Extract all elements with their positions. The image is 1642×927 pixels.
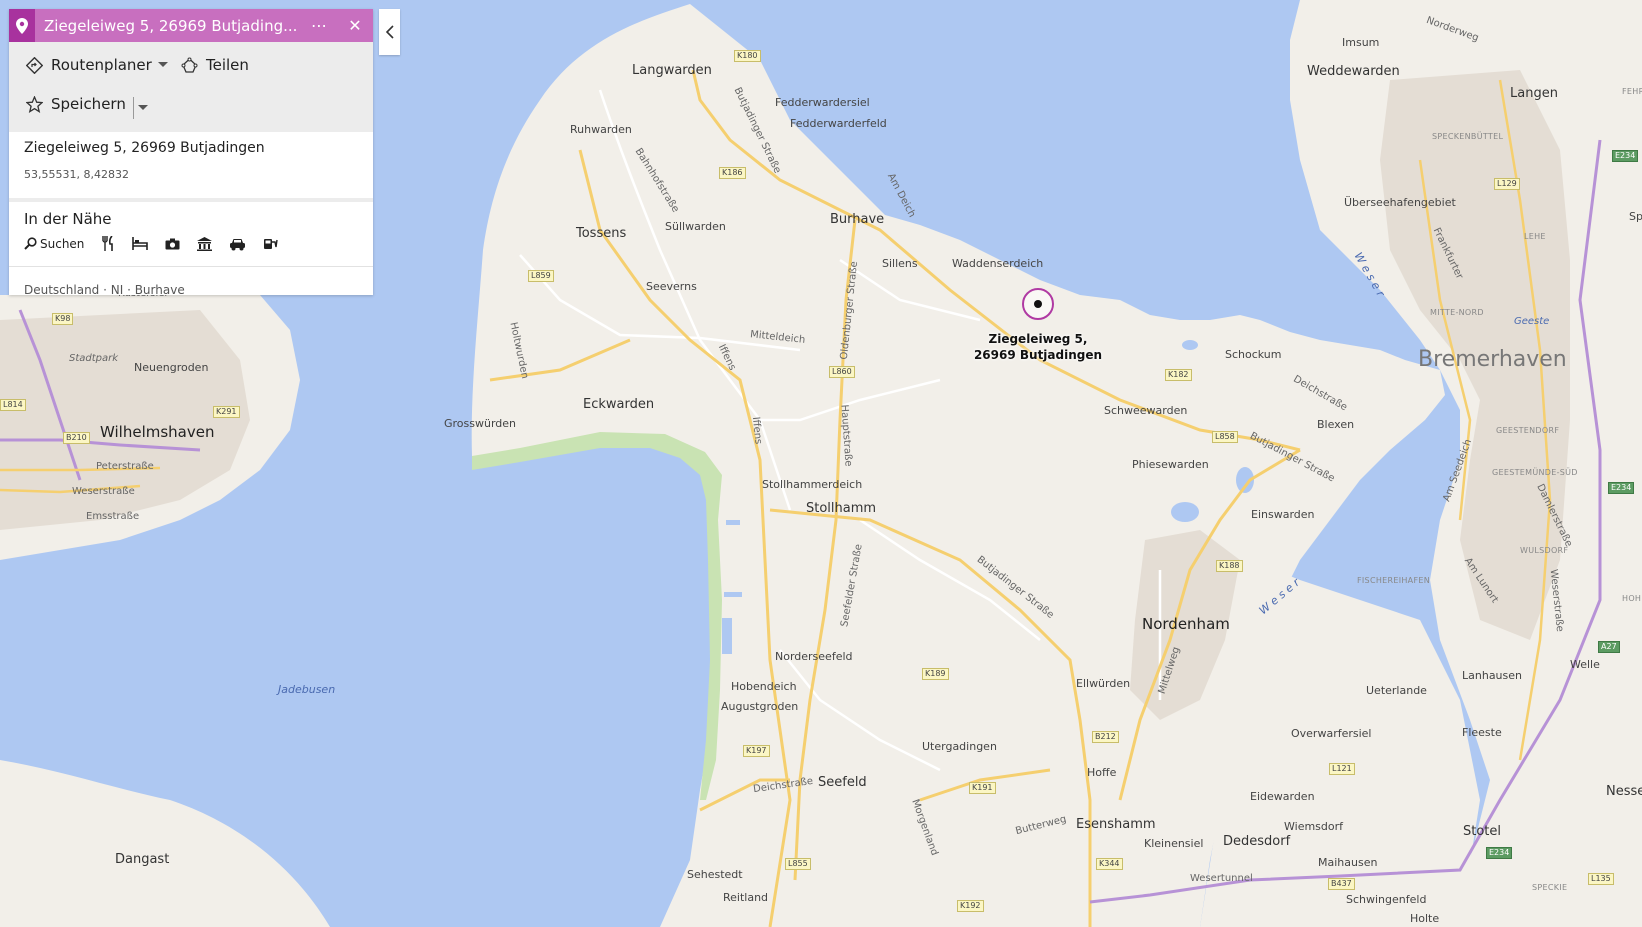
road-shield-k344: K344 [1096, 858, 1123, 870]
road-shield-k192: K192 [957, 900, 984, 912]
nearby-sights-button[interactable] [165, 238, 180, 250]
road-shield-l855: L855 [785, 858, 811, 870]
road-shield-b437: B437 [1328, 878, 1355, 890]
location-label-line1: Ziegeleiweg 5, [988, 332, 1088, 346]
more-options-button[interactable]: ⋯ [301, 16, 337, 35]
road-shield-l814: L814 [0, 399, 26, 411]
directions-icon [26, 56, 43, 74]
road-shield-k180: K180 [734, 50, 761, 62]
location-label[interactable]: Ziegeleiweg 5, 26969 Butjadingen [972, 331, 1104, 363]
camera-icon [165, 238, 180, 249]
road-shield-l135: L135 [1588, 873, 1614, 885]
address-block: Ziegeleiweg 5, 26969 Butjadingen 53,5553… [9, 132, 373, 202]
save-label: Speichern [51, 95, 126, 113]
location-panel: Ziegeleiweg 5, 26969 Butjading... ⋯ ✕ Ro… [9, 9, 373, 297]
road-shield-k188: K188 [1216, 560, 1243, 572]
road-shield-k189: K189 [922, 668, 949, 680]
nearby-gas-stations-button[interactable] [263, 237, 279, 251]
nearby-search-button[interactable]: Suchen [24, 237, 84, 251]
share-label: Teilen [206, 56, 249, 74]
address-text: Ziegeleiweg 5, 26969 Butjadingen [24, 140, 265, 156]
nearby-hotels-button[interactable] [132, 237, 149, 250]
location-pin-marker[interactable] [1022, 288, 1054, 320]
road-shield-l859: L859 [528, 270, 554, 282]
save-dropdown-button[interactable] [133, 97, 148, 119]
panel-header: Ziegeleiweg 5, 26969 Butjading... ⋯ ✕ [9, 9, 373, 42]
road-shield-k191: K191 [969, 782, 996, 794]
road-shield-k182: K182 [1165, 369, 1192, 381]
save-button[interactable]: Speichern [26, 95, 126, 113]
star-icon [26, 95, 43, 113]
road-shield-l858: L858 [1212, 431, 1238, 443]
fork-knife-icon [102, 236, 114, 251]
road-shield-e234-1: E234 [1612, 150, 1639, 162]
route-planner-label: Routenplaner [51, 56, 152, 74]
road-shield-l860: L860 [829, 366, 855, 378]
nearby-museums-button[interactable] [197, 236, 213, 251]
nearby-section: In der Nähe Suchen [9, 202, 373, 267]
breadcrumb: Deutschland · NI · Burhave [24, 283, 185, 297]
location-label-line2: 26969 Butjadingen [973, 348, 1103, 362]
road-shield-l121: L121 [1329, 763, 1355, 775]
location-dot [1034, 300, 1042, 308]
bed-icon [132, 237, 149, 250]
nearby-title: In der Nähe [24, 210, 112, 228]
museum-icon [197, 236, 213, 251]
nearby-restaurants-button[interactable] [101, 236, 115, 251]
road-shield-k98: K98 [52, 313, 74, 325]
road-shield-e234-3: E234 [1486, 847, 1513, 859]
road-shield-k186: K186 [719, 167, 746, 179]
gas-station-icon [264, 238, 279, 249]
search-label: Suchen [40, 236, 85, 251]
panel-actions: Routenplaner Teilen Speichern [9, 42, 373, 132]
road-shield-k291: K291 [213, 406, 240, 418]
chevron-left-icon [385, 25, 394, 39]
road-shield-k197: K197 [743, 745, 770, 757]
road-shield-b210: B210 [63, 432, 90, 444]
road-shield-l129: L129 [1494, 178, 1520, 190]
road-shield-e234-2: E234 [1608, 482, 1635, 494]
share-button[interactable]: Teilen [181, 56, 249, 74]
close-button[interactable]: ✕ [337, 16, 373, 35]
panel-title: Ziegeleiweg 5, 26969 Butjading... [44, 16, 298, 35]
nearby-parking-button[interactable] [229, 237, 246, 251]
chevron-down-icon [157, 62, 168, 67]
car-icon [230, 238, 246, 250]
share-icon [181, 57, 198, 73]
road-shield-a27: A27 [1598, 641, 1620, 653]
chevron-down-icon [138, 105, 148, 110]
coordinates-text: 53,55531, 8,42832 [24, 168, 129, 181]
nearby-categories: Suchen [24, 236, 358, 251]
collapse-panel-button[interactable] [379, 9, 400, 55]
route-planner-button[interactable]: Routenplaner [26, 56, 168, 74]
pin-icon [9, 9, 35, 42]
search-icon [24, 237, 37, 250]
road-shield-b212: B212 [1092, 731, 1119, 743]
